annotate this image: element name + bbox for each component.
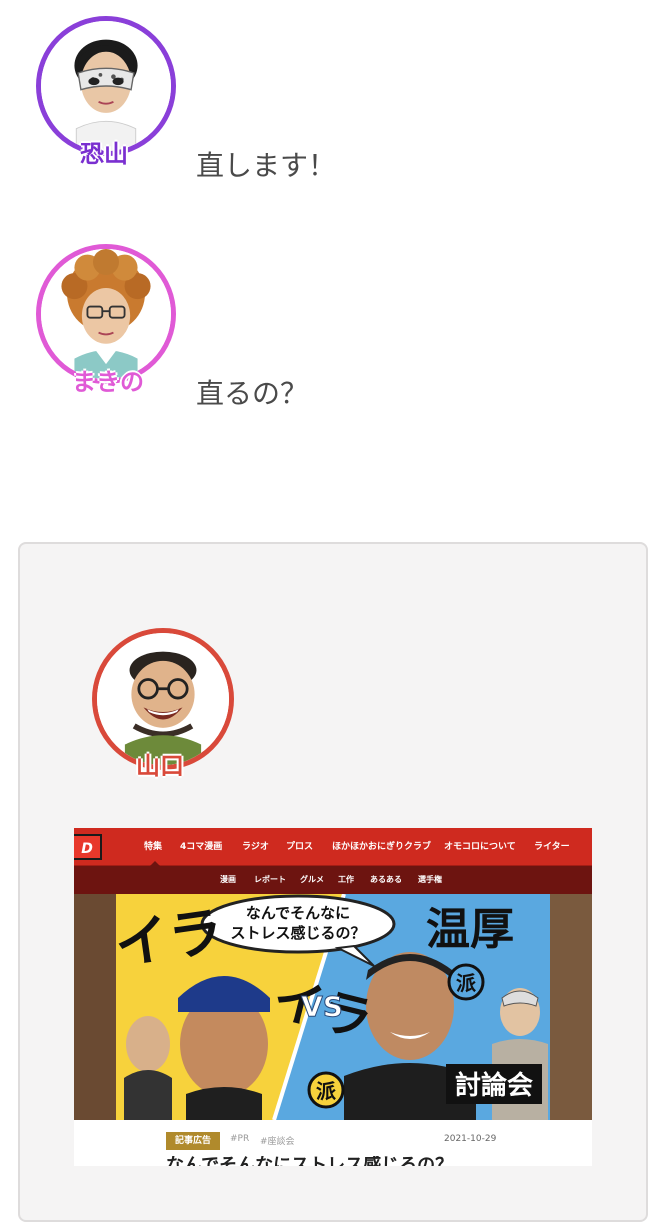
embedded-article-screenshot[interactable]: D 特集 4コマ漫画 ラジオ プロス ほかほかおにぎりクラブ オモコロについて … (74, 828, 592, 1166)
article-hero-image[interactable]: なんでそんなに ストレス感じるの？ イラ イラ 派 VS 温厚 派 討論会 (74, 894, 592, 1120)
pr-badge: 記事広告 (166, 1132, 220, 1150)
makino-portrait (41, 249, 171, 379)
nav-item-writer[interactable]: ライター (534, 828, 570, 866)
site-logo[interactable]: D (74, 834, 102, 860)
article-date: 2021-10-29 (444, 1134, 497, 1144)
name-tag-osoreyama: 恐山 (80, 140, 128, 168)
subnav-item-gourmet[interactable]: グルメ (300, 866, 324, 894)
avatar-makino (36, 244, 176, 384)
avatar-osoreyama (36, 16, 176, 156)
subnav-item-craft[interactable]: 工作 (338, 866, 354, 894)
hero-illustration: なんでそんなに ストレス感じるの？ イラ イラ 派 VS 温厚 派 討論会 (74, 894, 592, 1120)
nav-item-about[interactable]: オモコロについて (444, 828, 516, 866)
site-subnav: 漫画 レポート グルメ 工作 あるある 選手権 (74, 866, 592, 894)
hero-onkou: 温厚 (426, 904, 514, 955)
hero-bubble-line2: ストレス感じるの？ (230, 924, 365, 942)
hero-bubble-line1: なんでそんなに (246, 904, 350, 922)
nav-item-4koma[interactable]: 4コマ漫画 (180, 828, 222, 866)
subnav-item-manga[interactable]: 漫画 (220, 866, 236, 894)
nav-item-radio[interactable]: ラジオ (242, 828, 269, 866)
subnav-item-aruaru[interactable]: あるある (370, 866, 402, 894)
hero-vs: VS (301, 990, 343, 1023)
name-tag-yamaguchi: 山口 (136, 752, 184, 780)
message-text: 直るの？ (196, 377, 309, 410)
article-headline[interactable]: なんでそんなにストレス感じるの？ (166, 1156, 453, 1166)
article-meta: 記事広告 #PR #座談会 2021-10-29 なんでそんなにストレス感じるの… (74, 1120, 592, 1166)
yamaguchi-portrait (97, 633, 229, 765)
name-tag-makino: まきの (72, 368, 144, 396)
hero-ha-right: 派 (456, 971, 477, 995)
nav-item-onigiri-club[interactable]: ほかほかおにぎりクラブ (332, 828, 431, 866)
hero-debate: 討論会 (455, 1070, 533, 1101)
osoreyama-portrait (41, 21, 171, 151)
tag-pr[interactable]: #PR (230, 1134, 249, 1144)
subnav-item-championship[interactable]: 選手権 (418, 866, 442, 894)
message-text: 直します！ (196, 149, 337, 182)
subnav-item-report[interactable]: レポート (254, 866, 286, 894)
avatar-yamaguchi (92, 628, 234, 770)
site-navbar: D 特集 4コマ漫画 ラジオ プロス ほかほかおにぎりクラブ オモコロについて … (74, 828, 592, 866)
hero-ha-left: 派 (316, 1079, 337, 1103)
tag-zadankai[interactable]: #座談会 (260, 1134, 295, 1147)
nav-item-pros[interactable]: プロス (286, 828, 313, 866)
